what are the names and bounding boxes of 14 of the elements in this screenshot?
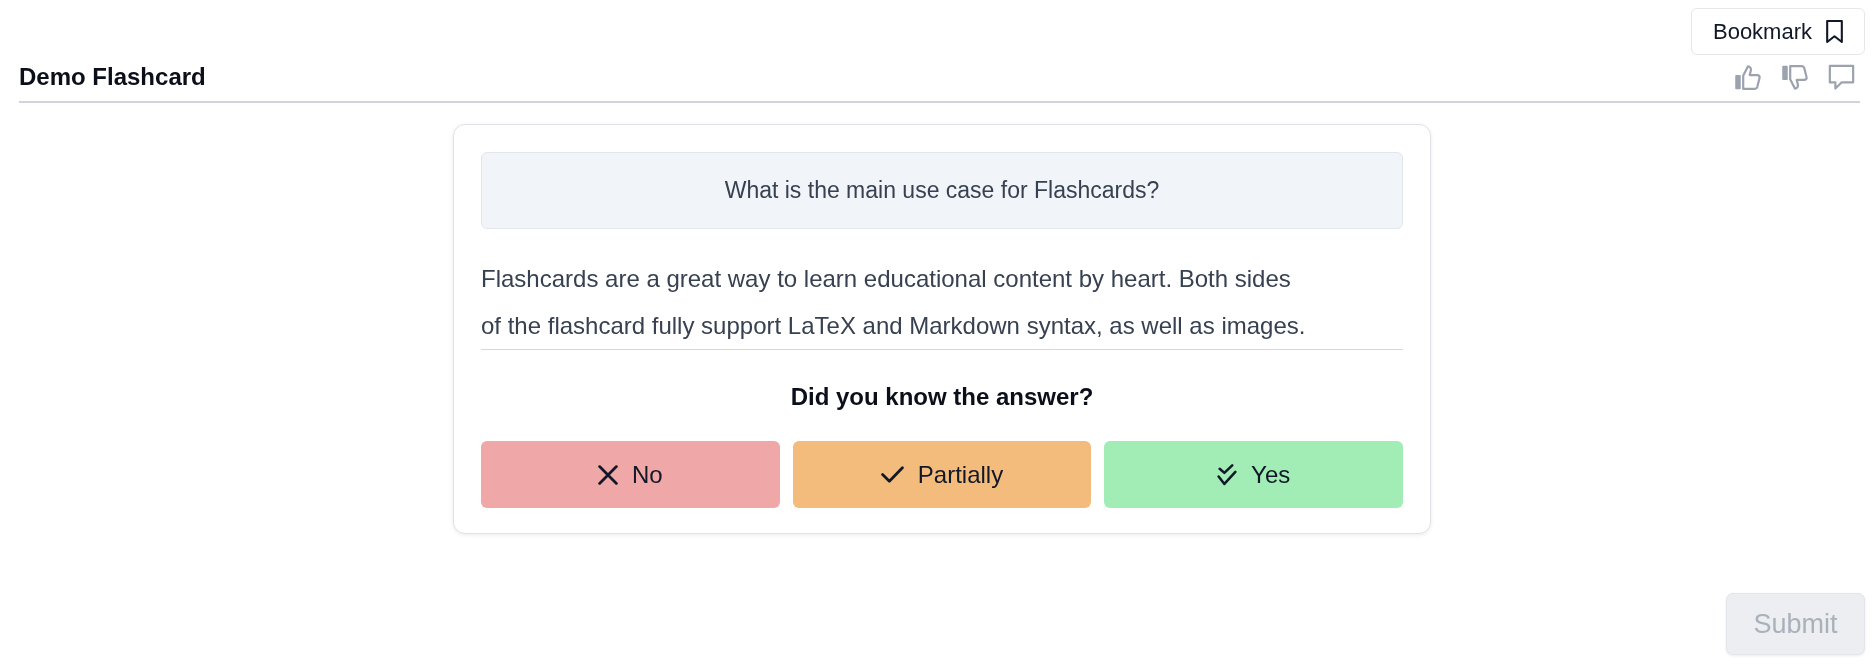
check-icon (880, 466, 904, 483)
thumbs-up-icon[interactable] (1734, 63, 1761, 91)
page-title: Demo Flashcard (19, 63, 206, 91)
question-panel: What is the main use case for Flashcards? (481, 152, 1403, 229)
thumbs-down-icon[interactable] (1781, 63, 1808, 91)
prompt-text: Did you know the answer? (789, 382, 1095, 412)
bookmark-button[interactable]: Bookmark (1691, 8, 1865, 55)
cross-icon (598, 464, 618, 485)
answer-button[interactable]: Partially (792, 441, 1092, 508)
answer-button[interactable]: Yes (1104, 441, 1403, 508)
answer-button[interactable]: No (481, 441, 780, 508)
answer-text: Flashcards are a great way to learn educational content by heart. Both sides of the flashcard fully support LaTeX and Markdown syntax, as well as images. (481, 264, 1307, 341)
double-check-icon (1217, 463, 1238, 486)
comment-icon[interactable] (1828, 63, 1855, 91)
